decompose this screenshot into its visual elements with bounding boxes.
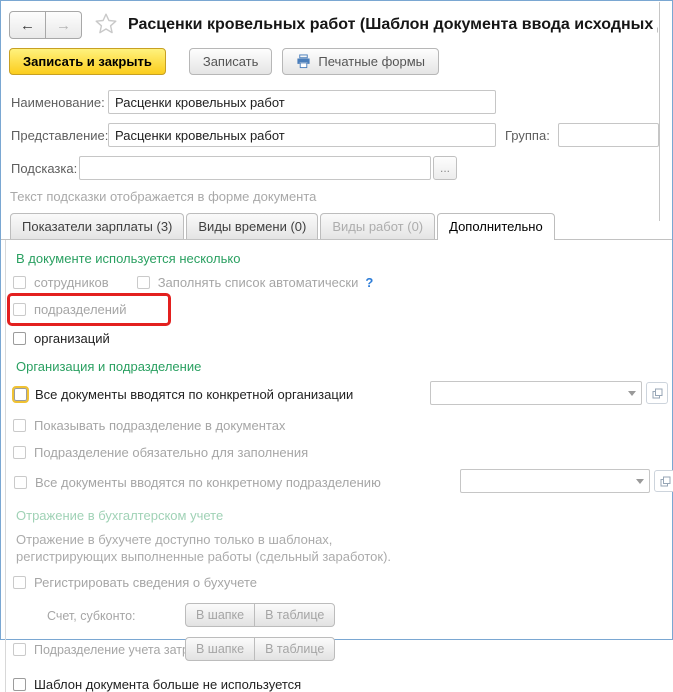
toolbar: Записать и закрыть Записать Печатные фор… bbox=[9, 48, 672, 75]
header-right-separator bbox=[659, 2, 660, 221]
name-row: Наименование: bbox=[11, 90, 672, 114]
dept-required-label: Подразделение обязательно для заполнения bbox=[34, 445, 308, 460]
organization-open-button[interactable] bbox=[646, 382, 668, 404]
print-forms-button[interactable]: Печатные формы bbox=[282, 48, 439, 75]
page-title: Расценки кровельных работ (Шаблон докуме… bbox=[128, 16, 658, 34]
checkbox-row-show-dept: Показывать подразделение в документах bbox=[13, 418, 672, 433]
cost-dept-in-header-button: В шапке bbox=[186, 638, 255, 660]
cost-dept-label: Подразделение учета затрат: bbox=[34, 643, 205, 657]
checkbox-row-register: Регистрировать сведения о бухучете bbox=[13, 575, 672, 590]
presentation-input[interactable] bbox=[108, 123, 496, 147]
template-unused-label: Шаблон документа больше не используется bbox=[34, 677, 301, 692]
document-template-window: { "colors": { "accent_button_yellow": "#… bbox=[0, 0, 673, 640]
tab-time-kinds[interactable]: Виды времени (0) bbox=[186, 213, 318, 239]
all-docs-dept-row: Все документы вводятся по конкретному по… bbox=[10, 469, 672, 495]
name-label: Наименование: bbox=[11, 95, 108, 110]
back-button[interactable]: ← bbox=[9, 11, 46, 39]
group-label: Группа: bbox=[505, 128, 552, 143]
account-subconto-label: Счет, субконто: bbox=[47, 609, 136, 623]
checkbox-row-dept-required: Подразделение обязательно для заполнения bbox=[13, 445, 672, 460]
cost-dept-checkbox bbox=[13, 643, 26, 656]
forward-button[interactable]: → bbox=[46, 11, 82, 39]
all-docs-org-checkbox[interactable] bbox=[14, 388, 27, 401]
tab-bar: Показатели зарплаты (3) Виды времени (0)… bbox=[1, 213, 672, 240]
tab-additional[interactable]: Дополнительно bbox=[437, 213, 555, 240]
dept-required-checkbox bbox=[13, 446, 26, 459]
printer-icon bbox=[296, 54, 311, 69]
fill-auto-checkbox bbox=[137, 276, 150, 289]
department-combo bbox=[460, 469, 673, 493]
accounting-note-line1: Отражение в бухучете доступно только в ш… bbox=[16, 531, 672, 548]
section-heading-org-dept: Организация и подразделение bbox=[16, 359, 672, 374]
checkbox-row-employees: сотрудников Заполнять список автоматичес… bbox=[13, 275, 672, 290]
checkbox-row-template-unused: Шаблон документа больше не используется bbox=[13, 677, 672, 692]
hint-input[interactable] bbox=[79, 156, 431, 180]
departments-checkbox bbox=[13, 303, 26, 316]
fill-auto-help-link[interactable]: ? bbox=[365, 275, 373, 290]
all-docs-dept-checkbox bbox=[14, 476, 27, 489]
show-dept-label: Показывать подразделение в документах bbox=[34, 418, 285, 433]
all-docs-org-row: Все документы вводятся по конкретной орг… bbox=[10, 381, 672, 407]
hint-more-button[interactable]: ... bbox=[433, 156, 457, 180]
nav-button-group: ← → bbox=[9, 11, 82, 39]
organization-combo bbox=[430, 381, 668, 405]
fill-auto-label: Заполнять список автоматически bbox=[158, 275, 359, 290]
account-in-table-button: В таблице bbox=[255, 604, 334, 626]
tab-work-kinds: Виды работ (0) bbox=[320, 213, 435, 239]
cost-dept-row: Подразделение учета затрат: В шапке В та… bbox=[10, 637, 672, 662]
hint-row: Подсказка: ... bbox=[11, 156, 672, 180]
save-button[interactable]: Записать bbox=[189, 48, 273, 75]
departments-label: подразделений bbox=[34, 302, 126, 317]
all-docs-dept-label: Все документы вводятся по конкретному по… bbox=[35, 475, 381, 490]
cost-dept-placement-toggle: В шапке В таблице bbox=[185, 637, 335, 661]
register-accounting-checkbox bbox=[13, 576, 26, 589]
print-forms-label: Печатные формы bbox=[318, 54, 425, 69]
organizations-label: организаций bbox=[34, 331, 110, 346]
accounting-note: Отражение в бухучете доступно только в ш… bbox=[16, 531, 672, 565]
template-unused-checkbox[interactable] bbox=[13, 678, 26, 691]
cost-dept-in-table-button: В таблице bbox=[255, 638, 334, 660]
all-docs-org-label: Все документы вводятся по конкретной орг… bbox=[35, 387, 353, 402]
checkbox-row-organizations: организаций bbox=[13, 331, 672, 346]
name-input[interactable] bbox=[108, 90, 496, 114]
employees-checkbox bbox=[13, 276, 26, 289]
group-input[interactable] bbox=[558, 123, 659, 147]
department-dropdown-icon bbox=[636, 479, 644, 484]
hint-note: Текст подсказки отображается в форме док… bbox=[10, 189, 672, 204]
account-in-header-button: В шапке bbox=[186, 604, 255, 626]
presentation-row: Представление: Группа: bbox=[11, 123, 672, 147]
employees-label: сотрудников bbox=[34, 275, 109, 290]
account-subconto-row: Счет, субконто: В шапке В таблице bbox=[10, 603, 672, 628]
save-and-close-button[interactable]: Записать и закрыть bbox=[9, 48, 166, 75]
hint-label: Подсказка: bbox=[11, 161, 79, 176]
tab-panel-additional: В документе используется несколько сотру… bbox=[5, 240, 672, 692]
account-placement-toggle: В шапке В таблице bbox=[185, 603, 335, 627]
organization-dropdown-icon[interactable] bbox=[628, 391, 636, 396]
presentation-label: Представление: bbox=[11, 128, 108, 143]
organization-input[interactable] bbox=[430, 381, 642, 405]
accounting-note-line2: регистрирующих выполненные работы (сдель… bbox=[16, 548, 672, 565]
section-heading-multi: В документе используется несколько bbox=[16, 251, 672, 266]
show-dept-checkbox bbox=[13, 419, 26, 432]
section-heading-accounting: Отражение в бухгалтерском учете bbox=[16, 508, 672, 523]
favorite-star-icon[interactable] bbox=[94, 12, 118, 38]
department-input bbox=[460, 469, 650, 493]
register-accounting-label: Регистрировать сведения о бухучете bbox=[34, 575, 257, 590]
window-header: ← → Расценки кровельных работ (Шаблон до… bbox=[9, 11, 672, 39]
checkbox-row-departments: подразделений bbox=[13, 302, 672, 317]
tab-salary-indicators[interactable]: Показатели зарплаты (3) bbox=[10, 213, 184, 239]
organizations-checkbox[interactable] bbox=[13, 332, 26, 345]
department-open-button bbox=[654, 470, 673, 492]
